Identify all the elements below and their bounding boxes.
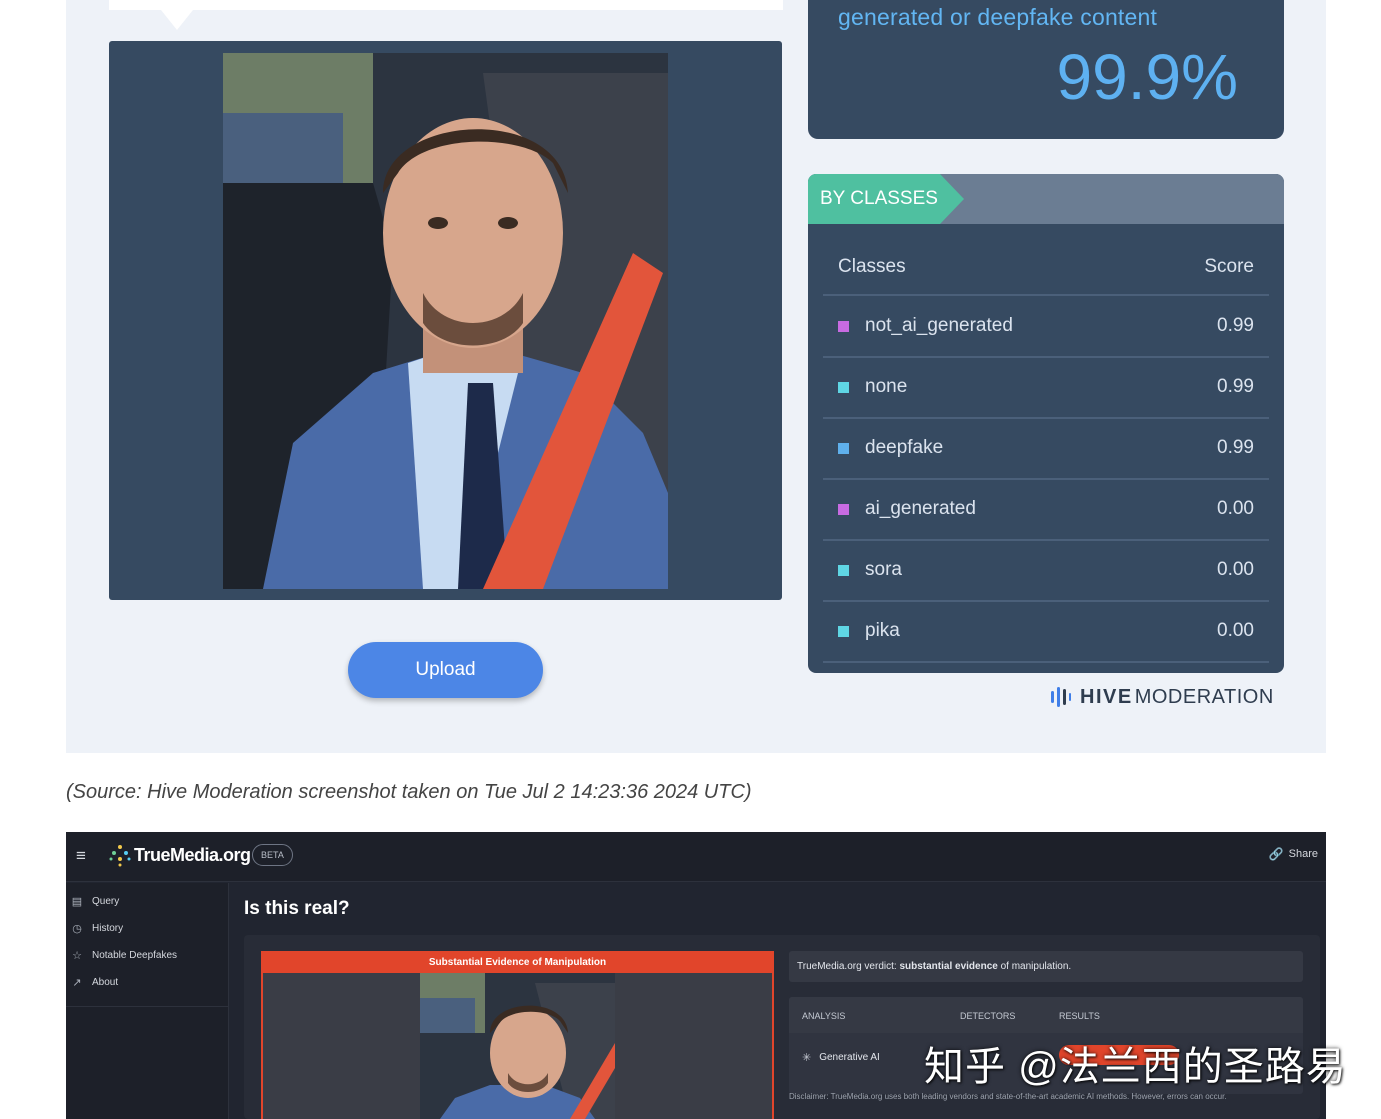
classes-table-body: not_ai_generated 0.99 none 0.99 deepfake 0.99… bbox=[823, 297, 1269, 663]
analyzed-media: Substantial Evidence of Manipulation bbox=[261, 951, 774, 1119]
man-in-car-image bbox=[223, 53, 668, 589]
man-in-car-thumbnail bbox=[420, 973, 615, 1119]
sidebar-item-label: Query bbox=[92, 895, 120, 907]
watermark: 知乎 @法兰西的圣路易 bbox=[924, 1045, 1347, 1089]
hive-logo-icon bbox=[1051, 687, 1071, 707]
history-icon: ◷ bbox=[72, 922, 82, 935]
class-name: pika bbox=[865, 620, 900, 641]
class-name: ai_generated bbox=[865, 498, 976, 519]
sidebar-item-query[interactable]: ▤ Query bbox=[70, 891, 119, 911]
class-color-swatch bbox=[838, 626, 849, 637]
sidebar-item-label: Notable Deepfakes bbox=[92, 949, 178, 961]
source-caption: (Source: Hive Moderation screenshot take… bbox=[66, 781, 752, 803]
sidebar-item-notable-deepfakes[interactable]: ☆ Notable Deepfakes bbox=[70, 945, 177, 965]
class-score: 0.99 bbox=[1217, 376, 1254, 397]
external-link-icon: ↗ bbox=[72, 976, 82, 989]
column-header-classes: Classes bbox=[838, 256, 906, 277]
verdict-box: TrueMedia.org verdict: substantial evide… bbox=[789, 951, 1303, 982]
sidebar-item-about[interactable]: ↗ About bbox=[70, 972, 118, 992]
page: Upload generated or deepfake content 99.… bbox=[0, 0, 1381, 1119]
column-header-analysis: ANALYSIS bbox=[802, 1011, 846, 1021]
sidebar-item-label: About bbox=[92, 976, 119, 988]
class-color-swatch bbox=[838, 321, 849, 332]
video-thumbnail[interactable] bbox=[420, 973, 615, 1119]
truemedia-logo-icon bbox=[109, 845, 131, 867]
class-score: 0.99 bbox=[1217, 315, 1254, 336]
class-score: 0.00 bbox=[1217, 620, 1254, 641]
class-score: 0.00 bbox=[1217, 559, 1254, 580]
sidebar-divider bbox=[66, 1006, 229, 1007]
prompt-bar bbox=[109, 0, 783, 10]
class-row: deepfake 0.99 bbox=[823, 419, 1269, 480]
class-row: pika 0.00 bbox=[823, 602, 1269, 663]
share-button[interactable]: 🔗 Share bbox=[1269, 847, 1318, 861]
sidebar-item-history[interactable]: ◷ History bbox=[70, 918, 123, 938]
analysis-table-header: ANALYSIS DETECTORS RESULTS bbox=[789, 997, 1303, 1033]
class-name: none bbox=[865, 376, 908, 397]
class-row: not_ai_generated 0.99 bbox=[823, 297, 1269, 358]
share-label: Share bbox=[1288, 848, 1318, 860]
sidebar-item-label: History bbox=[92, 922, 124, 934]
beta-badge: BETA bbox=[252, 844, 293, 866]
class-name: deepfake bbox=[865, 437, 944, 458]
query-icon: ▤ bbox=[71, 895, 83, 908]
star-icon: ☆ bbox=[72, 949, 82, 962]
by-classes-header: BY CLASSES bbox=[808, 174, 1284, 224]
verdict-prefix: TrueMedia.org verdict: bbox=[797, 961, 900, 972]
sparkle-icon: ✳ bbox=[802, 1052, 812, 1064]
class-score: 0.00 bbox=[1217, 498, 1254, 519]
link-icon: 🔗 bbox=[1268, 847, 1284, 861]
page-title: Is this real? bbox=[244, 898, 350, 919]
hive-moderation-logo: HIVE MODERATION bbox=[1050, 684, 1274, 710]
class-color-swatch bbox=[838, 504, 849, 515]
sidebar: ▤ Query ◷ History ☆ Notable Deepfakes ↗ … bbox=[66, 883, 229, 1119]
media-preview-panel bbox=[109, 41, 782, 600]
brand-moderation: MODERATION bbox=[1134, 685, 1274, 708]
brand-hive: HIVE bbox=[1080, 685, 1133, 708]
by-classes-card: BY CLASSES Classes Score not_ai_generate… bbox=[808, 174, 1284, 673]
manipulation-banner: Substantial Evidence of Manipulation bbox=[263, 953, 772, 973]
analysis-row-label: Generative AI bbox=[819, 1052, 880, 1063]
prompt-tail bbox=[161, 10, 193, 30]
analysis-row-generative-ai[interactable]: ✳ Generative AI bbox=[802, 1051, 880, 1064]
class-row: sora 0.00 bbox=[823, 541, 1269, 602]
hive-screenshot: Upload generated or deepfake content 99.… bbox=[66, 0, 1326, 753]
verdict-strong: substantial evidence bbox=[899, 961, 998, 972]
overall-score-card: generated or deepfake content 99.9% bbox=[808, 0, 1284, 139]
top-bar: ≡ TrueMedia.org BETA 🔗 Share bbox=[66, 832, 1326, 882]
score-value: 99.9% bbox=[1056, 41, 1238, 113]
disclaimer: Disclaimer: TrueMedia.org uses both lead… bbox=[789, 1092, 1227, 1101]
column-header-results: RESULTS bbox=[1059, 1011, 1100, 1021]
class-color-swatch bbox=[838, 382, 849, 393]
hamburger-menu-icon[interactable]: ≡ bbox=[76, 846, 86, 866]
by-classes-tag: BY CLASSES bbox=[808, 174, 940, 224]
class-name: sora bbox=[865, 559, 902, 580]
classes-table-header: Classes Score bbox=[823, 252, 1269, 296]
column-header-detectors: DETECTORS bbox=[960, 1011, 1016, 1021]
class-row: ai_generated 0.00 bbox=[823, 480, 1269, 541]
upload-button[interactable]: Upload bbox=[348, 642, 543, 698]
score-caption: generated or deepfake content bbox=[838, 4, 1158, 30]
column-header-score: Score bbox=[1204, 256, 1254, 277]
uploaded-video-frame bbox=[223, 53, 668, 589]
truemedia-logo-text[interactable]: TrueMedia.org bbox=[134, 845, 251, 866]
class-color-swatch bbox=[838, 565, 849, 576]
tag-arrow bbox=[940, 174, 964, 224]
class-color-swatch bbox=[838, 443, 849, 454]
class-score: 0.99 bbox=[1217, 437, 1254, 458]
class-row: none 0.99 bbox=[823, 358, 1269, 419]
class-name: not_ai_generated bbox=[865, 315, 1013, 336]
verdict-suffix: of manipulation. bbox=[997, 961, 1072, 972]
